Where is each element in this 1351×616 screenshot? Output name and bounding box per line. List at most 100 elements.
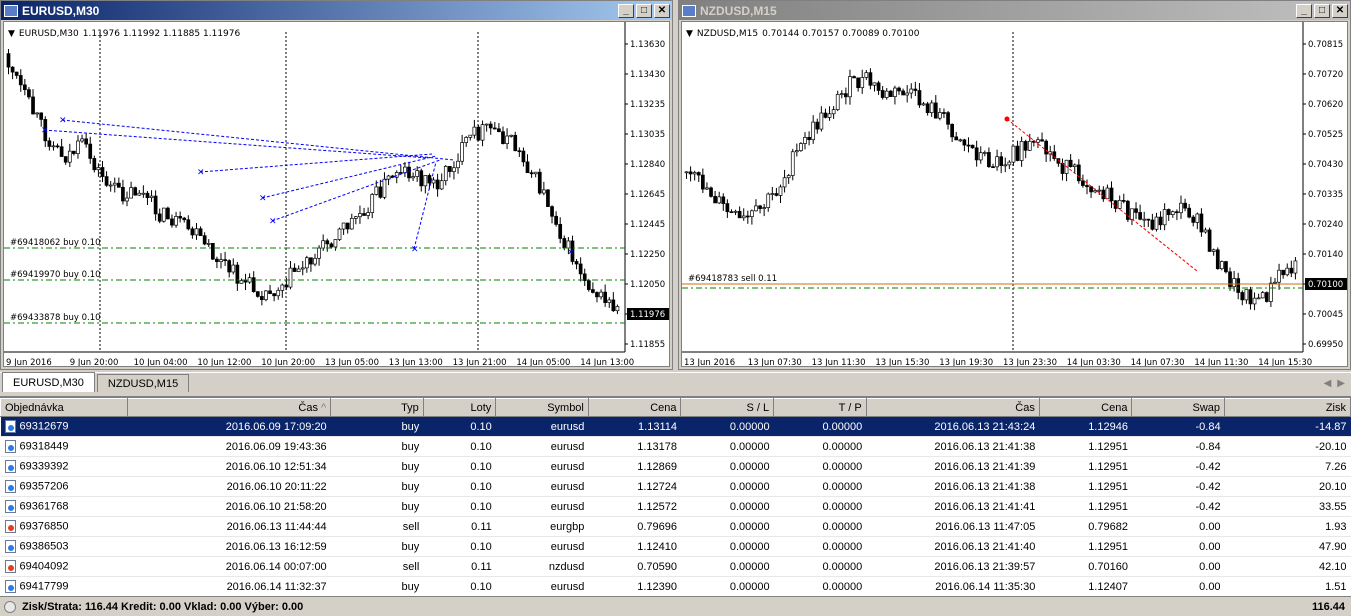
candle-body — [844, 93, 848, 98]
scroll-left-icon[interactable]: ◀ — [1324, 378, 1332, 389]
candle-body — [484, 123, 489, 126]
col-lots[interactable]: Loty — [422, 398, 497, 417]
cell-profit: 33.55 — [1224, 496, 1351, 517]
candle-body — [782, 177, 787, 188]
table-row[interactable]: 69312679 2016.06.09 17:09:20 buy 0.10 eurusd… — [0, 416, 1351, 437]
candle-body — [448, 166, 452, 172]
price-chart[interactable]: ▼ NZDUSD,M15 0.70144 0.70157 0.70089 0.7… — [681, 21, 1348, 367]
cell-close-time: 2016.06.13 21:41:38 — [866, 436, 1040, 457]
cell-profit: 7.26 — [1224, 456, 1351, 477]
candle-body — [595, 292, 599, 298]
candle-body — [1236, 278, 1241, 293]
scroll-right-icon[interactable]: ▶ — [1337, 378, 1345, 389]
candle-body — [1166, 209, 1171, 215]
table-row[interactable]: 69404092 2016.06.14 00:07:00 sell 0.11 nzdus… — [0, 556, 1351, 577]
table-row[interactable]: 69339392 2016.06.10 12:51:34 buy 0.10 eurusd… — [0, 456, 1351, 477]
candle-body — [831, 109, 836, 115]
col-sl[interactable]: S / L — [680, 398, 775, 417]
cell-type: buy — [330, 496, 424, 517]
table-row[interactable]: 69318449 2016.06.09 19:43:36 buy 0.10 eurusd… — [0, 436, 1351, 457]
candle-body — [354, 216, 358, 219]
table-row[interactable]: 69376850 2016.06.13 11:44:44 sell 0.11 eurgb… — [0, 516, 1351, 537]
candle-body — [770, 193, 775, 195]
tab-nzdusd[interactable]: NZDUSD,M15 — [96, 374, 190, 392]
table-row[interactable]: 69357206 2016.06.10 20:11:22 buy 0.10 eurusd… — [0, 476, 1351, 497]
candle-body — [852, 76, 856, 79]
candle-body — [1150, 219, 1155, 230]
tab-eurusd[interactable]: EURUSD,M30 — [2, 372, 95, 392]
table-row[interactable]: 69361768 2016.06.10 21:58:20 buy 0.10 eurusd… — [0, 496, 1351, 517]
col-swap[interactable]: Swap — [1131, 398, 1226, 417]
price-chart[interactable]: ▼ EURUSD,M30 1.11976 1.11992 1.11885 1.1… — [3, 21, 670, 367]
maximize-button[interactable]: □ — [636, 3, 652, 18]
maximize-button[interactable]: □ — [1314, 3, 1330, 18]
col-open-time[interactable]: Čas ^ — [126, 398, 332, 417]
candle-body — [125, 197, 129, 202]
candle-body — [358, 213, 362, 218]
candle-body — [750, 210, 754, 218]
candle-body — [1003, 164, 1008, 167]
chart-window-nzdusd[interactable]: NZDUSD,M15 _ □ ✕ ▼ NZDUSD,M15 0.70144 0.… — [678, 0, 1351, 370]
cell-close-time: 2016.06.13 21:41:39 — [866, 456, 1040, 477]
cell-tp: 0.00000 — [773, 516, 867, 537]
candle-body — [76, 140, 80, 154]
price-tick-label: 1.13035 — [630, 130, 665, 140]
cell-swap: -0.42 — [1131, 496, 1225, 517]
window-titlebar[interactable]: EURUSD,M30 _ □ ✕ — [1, 1, 672, 20]
table-row[interactable]: 69417799 2016.06.14 11:32:37 buy 0.10 eurusd… — [0, 576, 1351, 597]
candle-body — [18, 75, 23, 86]
candle-body — [558, 224, 563, 239]
candle-body — [611, 299, 616, 312]
col-tp[interactable]: T / P — [773, 398, 867, 417]
cell-lots: 0.10 — [423, 416, 496, 437]
candle-body — [599, 291, 603, 298]
cell-price: 0.79696 — [588, 516, 681, 537]
col-symbol[interactable]: Symbol — [495, 398, 589, 417]
window-titlebar[interactable]: NZDUSD,M15 _ □ ✕ — [679, 1, 1350, 20]
col-close-price[interactable]: Cena — [1038, 398, 1133, 417]
candle-body — [141, 192, 146, 195]
candle-body — [92, 158, 97, 171]
candle-body — [378, 186, 383, 198]
col-type[interactable]: Typ — [330, 398, 424, 417]
candle-body — [1285, 267, 1290, 276]
cell-open-time: 2016.06.10 12:51:34 — [127, 456, 331, 477]
candle-body — [1146, 218, 1151, 221]
chart-window-eurusd[interactable]: EURUSD,M30 _ □ ✕ ▼ EURUSD,M30 1.11976 1.… — [0, 0, 673, 370]
minimize-button[interactable]: _ — [618, 3, 634, 18]
cell-id: 69417799 — [0, 576, 128, 597]
cell-close-price: 0.70160 — [1039, 556, 1132, 577]
cell-price: 1.12724 — [588, 476, 681, 497]
candle-body — [161, 207, 166, 222]
candle-body — [116, 182, 121, 188]
chart-window-icon — [4, 4, 18, 17]
col-order[interactable]: Objednávka — [0, 398, 128, 417]
status-bar: Zisk/Strata: 116.44 Kredit: 0.00 Vklad: … — [0, 596, 1351, 616]
time-tick-label: 13 Jun 11:30 — [812, 358, 866, 367]
candle-body — [766, 193, 771, 208]
candle-body — [778, 186, 783, 196]
close-button[interactable]: ✕ — [1332, 3, 1348, 18]
time-tick-label: 13 Jun 2016 — [684, 358, 735, 367]
cell-price: 0.70590 — [588, 556, 681, 577]
candle-body — [1134, 208, 1138, 213]
minimize-button[interactable]: _ — [1296, 3, 1312, 18]
candle-body — [370, 194, 375, 213]
table-row[interactable]: 69386503 2016.06.13 16:12:59 buy 0.10 eurusd… — [0, 536, 1351, 557]
candle-body — [1019, 141, 1024, 161]
col-close-time[interactable]: Čas — [865, 398, 1040, 417]
cell-lots: 0.10 — [423, 576, 496, 597]
cell-id: 69312679 — [0, 416, 128, 437]
candle-body — [235, 264, 240, 284]
price-tick-label: 1.13630 — [630, 40, 665, 50]
close-button[interactable]: ✕ — [654, 3, 670, 18]
cell-sl: 0.00000 — [680, 436, 774, 457]
candle-body — [231, 264, 236, 273]
col-profit[interactable]: Zisk — [1224, 398, 1351, 417]
cell-sl: 0.00000 — [680, 456, 774, 477]
candle-body — [966, 144, 971, 147]
candle-body — [1015, 145, 1020, 161]
col-price[interactable]: Cena — [587, 398, 682, 417]
cell-tp: 0.00000 — [773, 496, 867, 517]
candle-body — [713, 196, 717, 204]
